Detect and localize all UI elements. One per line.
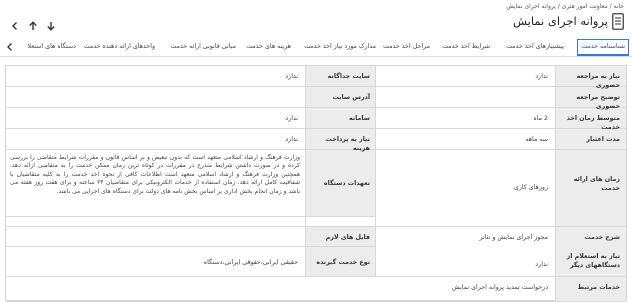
arrow-up-icon[interactable] xyxy=(26,19,40,33)
chevron-left-icon[interactable] xyxy=(8,19,22,33)
field-label: زمان های ارائه خدمت xyxy=(573,176,620,192)
breadcrumb: خانه / معاونت امور هنری / پروانه اجرای ن… xyxy=(506,3,624,10)
tab-legal-basis[interactable]: مبانی قانونی ارائه خدمت xyxy=(170,43,236,50)
field-label: سامانه xyxy=(348,115,370,122)
commitments-text: وزارت فرهنگ و ارشاد اسلامی متعهد است که … xyxy=(10,154,301,195)
document-icon xyxy=(612,13,624,30)
field-value: 2 ماه xyxy=(533,115,548,122)
arrow-down-icon[interactable] xyxy=(44,19,58,33)
tab-service-profile[interactable]: شناسنامه خدمت xyxy=(577,39,629,56)
service-tabs: شناسنامه خدمت پیشنیازهای اخذ خدمت شرایط … xyxy=(0,39,632,57)
field-label: نوع خدمت گیرنده xyxy=(316,259,370,266)
field-label: نیاز به پرداخت هزینه xyxy=(325,136,370,152)
field-value: ندارد xyxy=(285,136,298,143)
tab-costs[interactable]: هزینه های خدمت xyxy=(246,43,291,50)
field-value: ندارد xyxy=(535,261,548,268)
field-label: نیاز به استعلام از دستگاههای دیگر xyxy=(566,253,620,269)
page-nav-controls xyxy=(8,19,58,33)
field-label: خدمات مرتبط xyxy=(577,284,620,291)
field-value: سه ماهه xyxy=(525,136,548,143)
field-label: شرح خدمت xyxy=(584,234,620,241)
field-label: مدت اعتبار xyxy=(586,136,620,143)
field-label: نیاز به مراجعه حضوری xyxy=(576,73,620,89)
field-value: ندارد xyxy=(535,73,548,80)
tab-prerequisites[interactable]: پیشنیازهای اخذ خدمت xyxy=(506,43,564,50)
field-value: روزهای کاری xyxy=(513,184,548,191)
tab-inquiry-organizations[interactable]: دستگاه های استعلا xyxy=(27,43,76,50)
field-value: مجوز اجرای نمایش و تئاتر xyxy=(479,234,548,241)
tab-providing-units[interactable]: واحدهای ارائه دهنده خدمت xyxy=(84,43,155,50)
field-label: متوسط زمان اخذ خدمت xyxy=(566,115,620,131)
field-value: ندارد xyxy=(285,73,298,80)
field-label: تعهدات دستگاه xyxy=(323,180,370,187)
field-label: سایت جداگانه xyxy=(327,73,370,80)
related-service-link[interactable]: درخواست تمدید پروانه اجرای نمایش xyxy=(254,284,554,293)
service-details-table: نیاز به مراجعه حضوری ندارد سایت جداگانه … xyxy=(5,65,627,302)
field-value: حقیقی ایرانی،حقوقی ایرانی،دستگاه xyxy=(203,259,298,266)
field-value: ندارد xyxy=(285,115,298,122)
tab-steps[interactable]: مراحل اخذ خدمت xyxy=(383,43,430,50)
tab-required-documents[interactable]: مدارک مورد نیاز اخذ خدمت xyxy=(304,43,376,50)
field-label: فایل های لازم xyxy=(325,234,370,241)
page-title: پروانه اجرای نمایش xyxy=(512,14,608,28)
field-label: توضیح مراجعه حضوری xyxy=(576,94,620,110)
chevron-left-icon[interactable] xyxy=(5,41,15,53)
field-label: آدرس سایت xyxy=(332,94,370,101)
tab-conditions[interactable]: شرایط اخذ خدمت xyxy=(442,43,490,50)
